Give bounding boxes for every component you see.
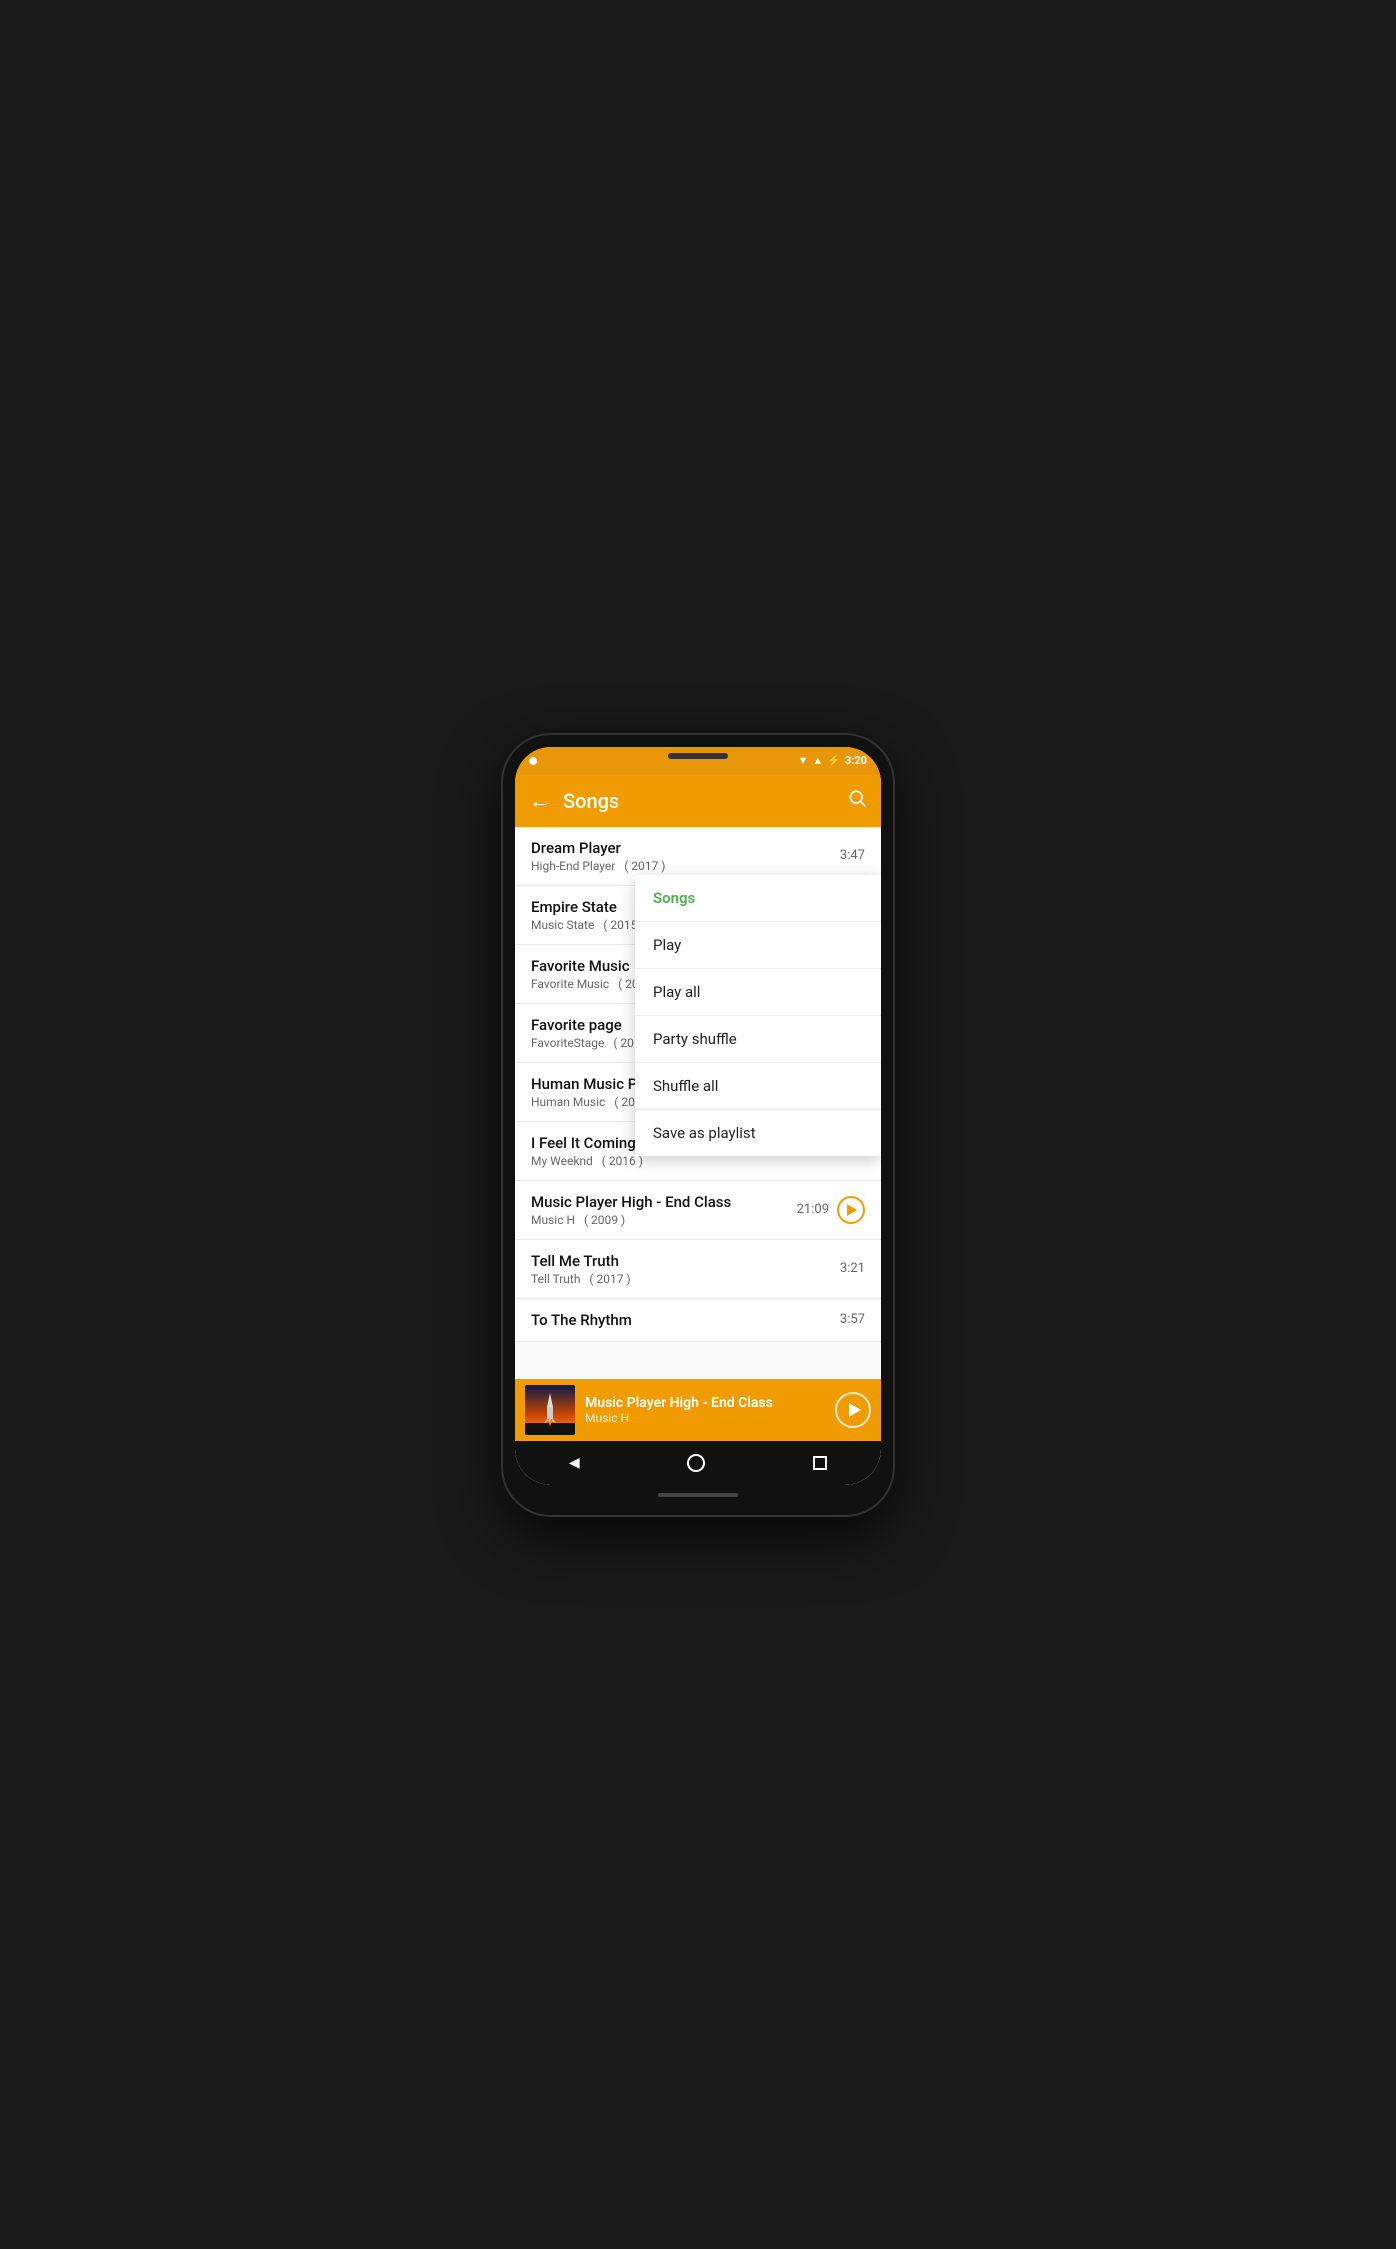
play-icon xyxy=(849,1403,861,1417)
context-menu-header: Songs xyxy=(635,875,881,922)
now-playing-title: Music Player High - End Class xyxy=(585,1395,835,1411)
battery-icon: ⚡ xyxy=(827,754,841,767)
context-menu-item-party-shuffle[interactable]: Party shuffle xyxy=(635,1016,881,1063)
page-title: Songs xyxy=(563,789,847,813)
context-menu-overlay[interactable]: Songs Play Play all Party shuffle Shuffl… xyxy=(515,827,881,1379)
now-playing-artist: Music H xyxy=(585,1411,835,1425)
song-list: Dream Player High-End Player ( 2017 ) 3:… xyxy=(515,827,881,1379)
signal-icon: ▲ xyxy=(812,754,823,767)
phone-device: ▼ ▲ ⚡ 3:20 ← Songs Dream Player xyxy=(503,735,893,1515)
phone-speaker xyxy=(668,753,728,759)
home-circle-icon xyxy=(687,1454,705,1472)
nav-recents-button[interactable] xyxy=(805,1448,835,1478)
recents-square-icon xyxy=(813,1456,827,1470)
phone-screen: ▼ ▲ ⚡ 3:20 ← Songs Dream Player xyxy=(515,747,881,1485)
nav-back-button[interactable]: ◀ xyxy=(561,1447,588,1479)
status-right: ▼ ▲ ⚡ 3:20 xyxy=(797,754,867,767)
context-menu-item-play-all[interactable]: Play all xyxy=(635,969,881,1016)
now-playing-play-button[interactable] xyxy=(835,1392,871,1428)
now-playing-info: Music Player High - End Class Music H xyxy=(585,1395,835,1425)
nav-home-button[interactable] xyxy=(679,1446,713,1480)
notification-dot xyxy=(529,757,537,765)
status-left xyxy=(529,757,537,765)
status-bar: ▼ ▲ ⚡ 3:20 xyxy=(515,747,881,775)
context-menu-item-shuffle-all[interactable]: Shuffle all xyxy=(635,1063,881,1110)
search-button[interactable] xyxy=(847,788,867,813)
context-menu-item-play[interactable]: Play xyxy=(635,922,881,969)
context-menu: Songs Play Play all Party shuffle Shuffl… xyxy=(635,875,881,1156)
wifi-icon: ▼ xyxy=(797,754,808,767)
album-art xyxy=(525,1385,575,1435)
app-bar: ← Songs xyxy=(515,775,881,827)
status-time: 3:20 xyxy=(845,754,867,767)
now-playing-bar[interactable]: Music Player High - End Class Music H xyxy=(515,1379,881,1441)
context-menu-item-save-playlist[interactable]: Save as playlist xyxy=(635,1110,881,1156)
phone-bottom-bar xyxy=(515,1485,881,1503)
back-button[interactable]: ← xyxy=(529,788,551,814)
bottom-nav: ◀ xyxy=(515,1441,881,1485)
home-indicator-bar xyxy=(658,1493,738,1497)
